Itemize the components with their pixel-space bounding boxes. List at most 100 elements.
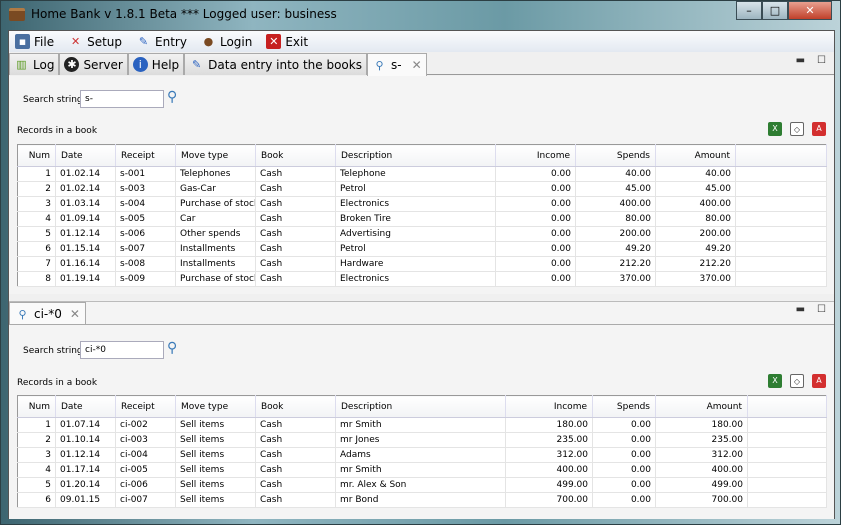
table-cell: Cash <box>255 492 336 508</box>
table-cell: 4 <box>17 211 56 227</box>
column-header[interactable]: Receipt <box>115 395 176 418</box>
pdf-export-icon[interactable]: A <box>812 374 826 388</box>
table-cell: 0.00 <box>495 226 576 242</box>
table-cell: Cash <box>255 181 336 197</box>
menu-exit[interactable]: ✕ Exit <box>260 34 316 49</box>
table-row[interactable]: 4 01.17.14 ci-005 Sell items Cash mr Smith 400… <box>17 462 827 478</box>
table-cell: s-004 <box>115 196 176 212</box>
app-window: Home Bank v 1.8.1 Beta *** Logged user: … <box>0 0 841 525</box>
tab-help[interactable]: i Help <box>127 53 185 75</box>
column-header[interactable]: Income <box>495 144 576 167</box>
close-button[interactable]: ✕ <box>788 1 832 20</box>
table-row[interactable]: 2 01.02.14 s-003 Gas-Car Cash Petrol 0.00 45.00… <box>17 181 827 197</box>
client-area: ▪ File ✕ Setup ✎ Entry ● Login ✕ Exit ▥ Log ✱ S… <box>8 30 835 519</box>
table-cell: 0.00 <box>495 211 576 227</box>
table-row[interactable]: 1 01.07.14 ci-002 Sell items Cash mr Smith 180… <box>17 417 827 433</box>
table-row[interactable]: 7 01.16.14 s-008 Installments Cash Hardware 0.… <box>17 256 827 272</box>
column-header[interactable]: Receipt <box>115 144 176 167</box>
column-header[interactable]: Description <box>335 395 506 418</box>
table-row[interactable]: 4 01.09.14 s-005 Car Cash Broken Tire 0.00 80.0… <box>17 211 827 227</box>
menu-label: Exit <box>285 34 309 49</box>
maximize-panel-icon[interactable]: ☐ <box>817 55 826 66</box>
search-button-icon[interactable]: ⚲ <box>167 89 183 105</box>
column-header[interactable]: Num <box>17 144 56 167</box>
menu-login[interactable]: ● Login <box>195 34 260 49</box>
minimize-panel-icon[interactable]: ▬ <box>796 55 805 66</box>
menu-label: Entry <box>155 34 187 49</box>
table-row[interactable]: 3 01.03.14 s-004 Purchase of stock Cash Elect… <box>17 196 827 212</box>
menu-entry[interactable]: ✎ Entry <box>130 34 195 49</box>
excel-export-icon[interactable]: X <box>768 374 782 388</box>
column-header[interactable]: Date <box>55 395 116 418</box>
table-row[interactable]: 3 01.12.14 ci-004 Sell items Cash Adams 312.00… <box>17 447 827 463</box>
table-cell: 0.00 <box>592 492 656 508</box>
table-cell: 40.00 <box>655 166 736 182</box>
search-input[interactable] <box>80 90 164 108</box>
table-cell: Cash <box>255 241 336 257</box>
table-cell: s-003 <box>115 181 176 197</box>
minimize-button[interactable]: – <box>736 1 762 20</box>
table-cell: Sell items <box>175 462 256 478</box>
table-cell-filler <box>747 492 827 508</box>
table-cell: 235.00 <box>505 432 593 448</box>
column-header[interactable]: Amount <box>655 144 736 167</box>
panel-controls: ▬ ☐ <box>796 55 826 66</box>
minimize-panel-icon[interactable]: ▬ <box>796 304 805 315</box>
window-title: Home Bank v 1.8.1 Beta *** Logged user: … <box>31 7 337 21</box>
table-cell: ci-007 <box>115 492 176 508</box>
tab-search-s[interactable]: ⚲ s- ✕ <box>366 53 427 76</box>
table-row[interactable]: 5 01.20.14 ci-006 Sell items Cash mr. Alex & … <box>17 477 827 493</box>
column-header[interactable]: Book <box>255 395 336 418</box>
table-cell: 2 <box>17 432 56 448</box>
tab-server[interactable]: ✱ Server <box>59 53 128 75</box>
column-header[interactable]: Move type <box>175 144 256 167</box>
column-header[interactable]: Spends <box>575 144 656 167</box>
pdf-export-icon[interactable]: A <box>812 122 826 136</box>
table-row[interactable]: 6 09.01.15 ci-007 Sell items Cash mr Bond 700.… <box>17 492 827 508</box>
tab-label: s- <box>390 58 402 72</box>
maximize-panel-icon[interactable]: ☐ <box>817 304 826 315</box>
column-header[interactable]: Spends <box>592 395 656 418</box>
close-tab-icon[interactable]: ✕ <box>412 58 422 72</box>
column-header[interactable]: Move type <box>175 395 256 418</box>
search-button-icon[interactable]: ⚲ <box>167 340 183 356</box>
table-cell: mr Jones <box>335 432 506 448</box>
table-row[interactable]: 2 01.10.14 ci-003 Sell items Cash mr Jones 235… <box>17 432 827 448</box>
close-tab-icon[interactable]: ✕ <box>70 307 80 321</box>
menu-file[interactable]: ▪ File <box>9 34 62 49</box>
table-cell: 1 <box>17 166 56 182</box>
menu-setup[interactable]: ✕ Setup <box>62 34 130 49</box>
column-header[interactable]: Date <box>55 144 116 167</box>
table-cell: 01.20.14 <box>55 477 116 493</box>
table-cell: Cash <box>255 166 336 182</box>
info-icon: i <box>132 57 148 72</box>
table-cell: Advertising <box>335 226 496 242</box>
table-cell: 499.00 <box>655 477 748 493</box>
tab-log[interactable]: ▥ Log <box>9 53 60 75</box>
table-cell: 1 <box>17 417 56 433</box>
maximize-button[interactable]: □ <box>762 1 788 20</box>
table-row[interactable]: 6 01.15.14 s-007 Installments Cash Petrol 0.00… <box>17 241 827 257</box>
excel-export-icon[interactable]: X <box>768 122 782 136</box>
table-cell: 3 <box>17 196 56 212</box>
column-header[interactable]: Income <box>505 395 593 418</box>
tag-icon[interactable]: ◇ <box>790 374 804 388</box>
tab-search-ci[interactable]: ⚲ ci-*0 ✕ <box>9 302 86 325</box>
tab-data-entry[interactable]: ✎ Data entry into the books <box>184 53 367 75</box>
table-row[interactable]: 1 01.02.14 s-001 Telephones Cash Telephone 0.0… <box>17 166 827 182</box>
table-row[interactable]: 8 01.19.14 s-009 Purchase of stock Cash Elect… <box>17 271 827 287</box>
tab-label: ci-*0 <box>34 307 62 321</box>
table-cell: Cash <box>255 196 336 212</box>
tag-icon[interactable]: ◇ <box>790 122 804 136</box>
menu-label: File <box>34 34 55 49</box>
column-header[interactable]: Num <box>17 395 56 418</box>
pencil-icon: ✎ <box>192 58 202 71</box>
search-input[interactable] <box>80 341 164 359</box>
table-cell: mr Smith <box>335 417 506 433</box>
column-header[interactable]: Amount <box>655 395 748 418</box>
column-filler <box>747 395 827 418</box>
table-row[interactable]: 5 01.12.14 s-006 Other spends Cash Advertisin… <box>17 226 827 242</box>
column-header[interactable]: Book <box>255 144 336 167</box>
column-header[interactable]: Description <box>335 144 496 167</box>
table-header: Num Date Receipt Move type Book Description In… <box>17 144 827 167</box>
